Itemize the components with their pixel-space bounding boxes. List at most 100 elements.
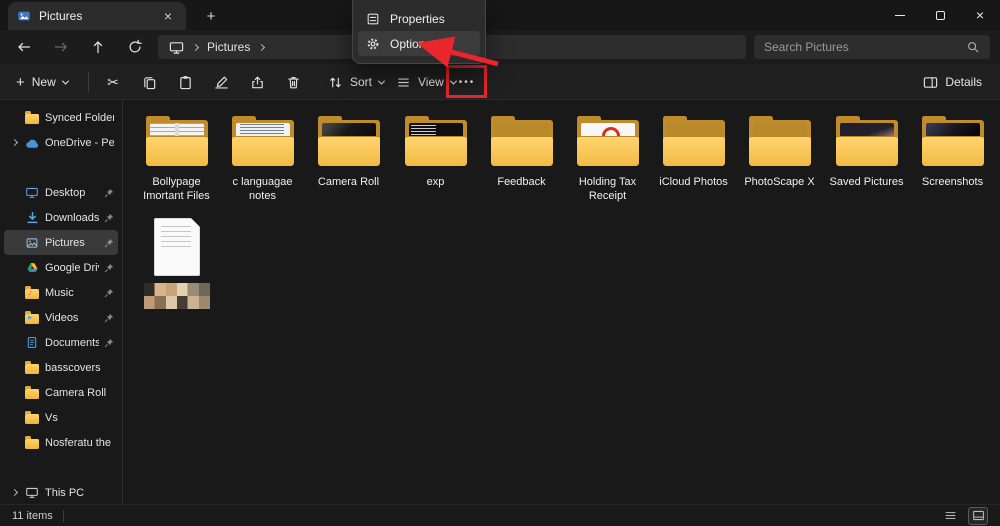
sidebar-item-nosferatu[interactable]: Nosferatu the Va — [4, 430, 118, 455]
explorer-tab[interactable]: Pictures × — [8, 2, 186, 30]
rename-button[interactable] — [206, 67, 236, 97]
sort-button[interactable]: Sort — [320, 67, 392, 97]
onedrive-cloud-icon — [24, 137, 40, 149]
plus-icon: + — [16, 75, 25, 90]
folder-item[interactable]: Bollypage Imortant Files — [134, 116, 219, 203]
thumbnail-view-icon[interactable] — [968, 507, 988, 525]
file-item[interactable] — [134, 218, 219, 309]
folder-icon — [144, 116, 210, 168]
details-button[interactable]: Details — [915, 67, 990, 97]
tab-title: Pictures — [39, 9, 151, 23]
desktop-icon — [24, 186, 40, 199]
maximize-icon — [936, 11, 945, 20]
sidebar-item-onedrive[interactable]: OneDrive - Perso — [4, 130, 118, 155]
sidebar-item-label: Camera Roll — [45, 387, 114, 399]
sidebar-item-label: Vs — [45, 412, 114, 424]
window-controls: × — [880, 0, 1000, 30]
folder-name: Screenshots — [910, 176, 995, 190]
sidebar-item-videos[interactable]: ▸ Videos — [4, 305, 118, 330]
document-icon — [154, 218, 200, 276]
menu-item-options[interactable]: Options — [358, 31, 480, 56]
sidebar-item-basscovers[interactable]: basscovers — [4, 355, 118, 380]
maximize-button[interactable] — [920, 0, 960, 30]
share-button[interactable] — [242, 67, 272, 97]
sidebar-item-label: Videos — [45, 312, 99, 324]
folder-icon — [834, 116, 900, 168]
sidebar-item-synced-folders[interactable]: Synced Folders — [4, 105, 118, 130]
sidebar-item-vs[interactable]: Vs — [4, 405, 118, 430]
file-list: Bollypage Imortant Files c languagae not… — [123, 100, 1000, 504]
cut-icon: ✂ — [107, 74, 119, 91]
minimize-button[interactable] — [880, 0, 920, 30]
menu-item-properties[interactable]: Properties — [358, 6, 480, 31]
sidebar-item-downloads[interactable]: Downloads — [4, 205, 118, 230]
folder-icon — [920, 116, 986, 168]
sidebar-item-desktop[interactable]: Desktop — [4, 180, 118, 205]
cut-button[interactable]: ✂ — [98, 67, 128, 97]
sort-icon — [328, 75, 343, 90]
trash-icon — [286, 75, 301, 90]
close-button[interactable]: × — [960, 0, 1000, 30]
folder-name: exp — [393, 176, 478, 190]
up-button[interactable] — [84, 33, 112, 61]
folder-icon — [403, 116, 469, 168]
close-icon: × — [976, 8, 984, 22]
paste-button[interactable] — [170, 67, 200, 97]
search-icon[interactable] — [966, 40, 980, 54]
pin-icon — [104, 263, 114, 273]
folder-item[interactable]: exp — [393, 116, 478, 190]
pin-icon — [104, 313, 114, 323]
folder-name: Saved Pictures — [824, 176, 909, 190]
breadcrumb-chevron-icon — [192, 43, 199, 50]
forward-button[interactable] — [47, 33, 75, 61]
folder-item[interactable]: Saved Pictures — [824, 116, 909, 190]
details-view-icon[interactable] — [940, 507, 960, 525]
tab-close-icon[interactable]: × — [159, 7, 177, 25]
menu-item-label: Properties — [390, 12, 445, 26]
delete-button[interactable] — [278, 67, 308, 97]
sidebar-item-camera-roll[interactable]: Camera Roll — [4, 380, 118, 405]
folder-item[interactable]: Holding Tax Receipt — [565, 116, 650, 203]
documents-icon — [24, 336, 40, 349]
sidebar-item-label: Desktop — [45, 187, 99, 199]
sidebar-item-label: basscovers — [45, 362, 114, 374]
search-placeholder: Search Pictures — [764, 40, 849, 54]
back-button[interactable] — [10, 33, 38, 61]
new-tab-button[interactable]: + — [200, 6, 222, 26]
folder-icon — [661, 116, 727, 168]
sidebar-item-music[interactable]: ♪ Music — [4, 280, 118, 305]
chevron-right-icon[interactable] — [11, 139, 18, 146]
details-button-label: Details — [945, 75, 982, 89]
folder-item[interactable]: Screenshots — [910, 116, 995, 190]
titlebar: Pictures × + × — [0, 0, 1000, 30]
sort-button-label: Sort — [350, 75, 372, 89]
image-thumbnail — [144, 283, 210, 309]
refresh-button[interactable] — [121, 33, 149, 61]
videos-icon: ▸ — [24, 312, 40, 324]
breadcrumb-location[interactable]: Pictures — [207, 40, 250, 54]
navigation-pane: Synced Folders OneDrive - Perso Desktop … — [0, 100, 122, 504]
this-pc-icon — [24, 486, 40, 499]
gear-icon — [366, 37, 380, 51]
folder-item[interactable]: PhotoScape X — [737, 116, 822, 190]
folder-item[interactable]: iCloud Photos — [651, 116, 736, 190]
sidebar-item-google-drive[interactable]: Google Drive — [4, 255, 118, 280]
sidebar-item-pictures[interactable]: Pictures — [4, 230, 118, 255]
folder-item[interactable]: Camera Roll — [306, 116, 391, 190]
folder-item[interactable]: Feedback — [479, 116, 564, 190]
pin-icon — [104, 338, 114, 348]
breadcrumb-chevron-icon[interactable] — [258, 43, 265, 50]
search-input[interactable]: Search Pictures — [754, 35, 990, 59]
folder-name: c languagae notes — [220, 176, 305, 203]
sidebar-item-documents[interactable]: Documents — [4, 330, 118, 355]
copy-button[interactable] — [134, 67, 164, 97]
chevron-down-icon — [378, 77, 385, 84]
sidebar-item-label: Downloads — [45, 212, 99, 224]
downloads-icon — [24, 211, 40, 224]
view-button-label: View — [418, 75, 444, 89]
pin-icon — [104, 213, 114, 223]
sidebar-item-this-pc[interactable]: This PC — [4, 480, 118, 504]
chevron-right-icon[interactable] — [11, 489, 18, 496]
folder-item[interactable]: c languagae notes — [220, 116, 305, 203]
new-button[interactable]: + New — [8, 67, 76, 97]
